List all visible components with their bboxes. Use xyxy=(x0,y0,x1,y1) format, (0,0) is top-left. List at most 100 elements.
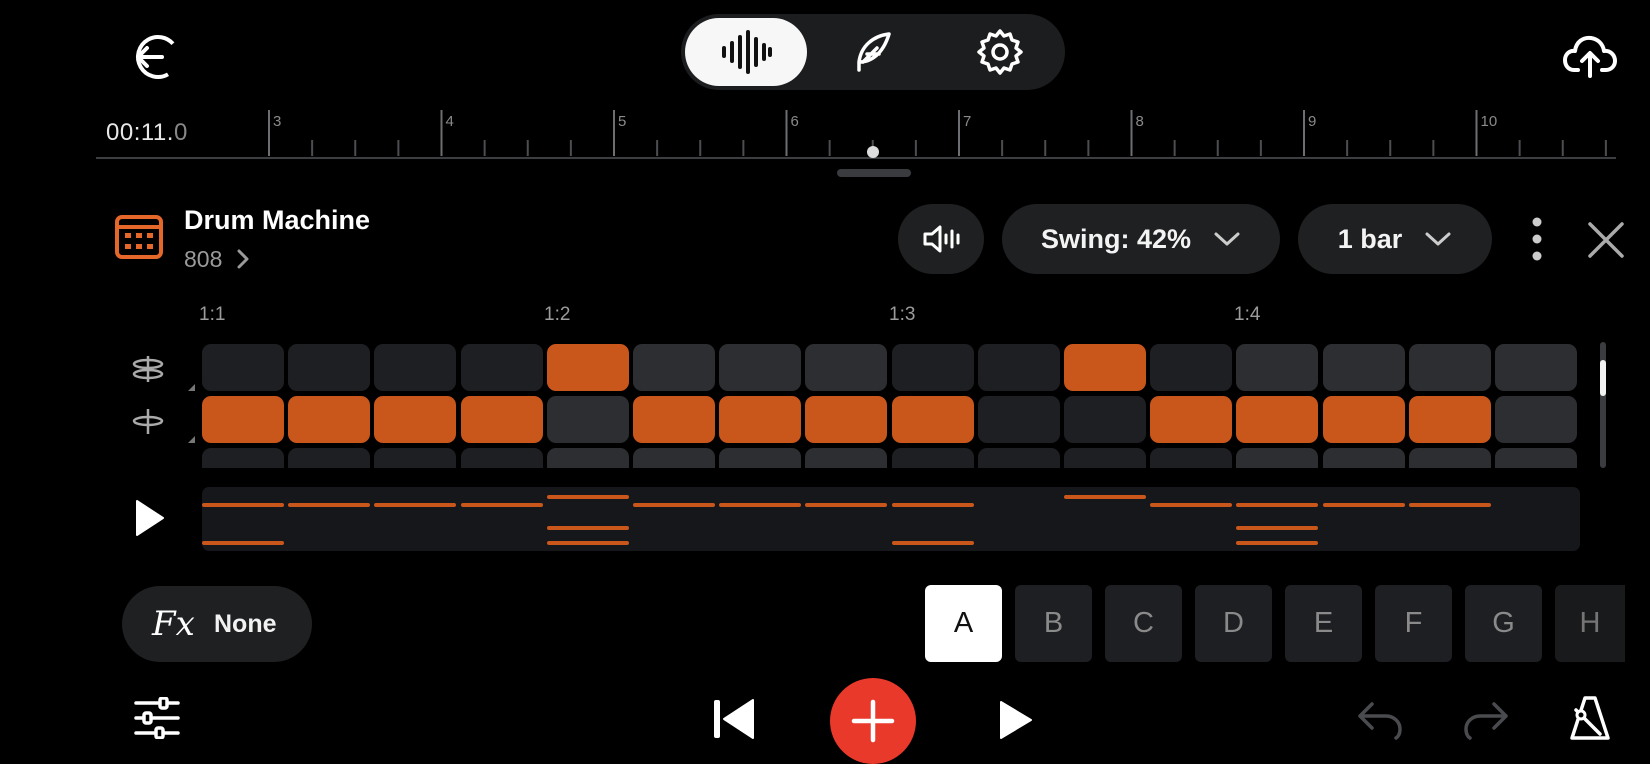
overview-note xyxy=(1408,503,1491,507)
step-cell[interactable] xyxy=(374,396,457,443)
overview-note xyxy=(288,503,371,507)
ruler-bar-number: 7 xyxy=(963,113,971,130)
play-button[interactable] xyxy=(998,699,1034,741)
pattern-button[interactable]: B xyxy=(1015,585,1092,662)
step-cell[interactable] xyxy=(546,448,629,468)
step-cell[interactable] xyxy=(288,448,371,468)
back-arrow-icon xyxy=(136,35,180,79)
step-cell[interactable] xyxy=(460,448,543,468)
pattern-button[interactable]: G xyxy=(1465,585,1542,662)
skip-back-button[interactable] xyxy=(711,697,757,741)
waveform-mode-button[interactable] xyxy=(685,18,807,86)
pattern-overview[interactable] xyxy=(202,487,1580,551)
panel-drag-handle[interactable] xyxy=(837,169,911,177)
swing-dropdown[interactable]: Swing: 42% xyxy=(1002,204,1280,274)
close-button[interactable] xyxy=(1584,218,1628,262)
step-cell[interactable] xyxy=(1408,396,1491,443)
length-dropdown[interactable]: 1 bar xyxy=(1298,204,1492,274)
cloud-upload-icon xyxy=(1563,35,1617,78)
step-cell[interactable] xyxy=(1064,344,1146,391)
step-cell[interactable] xyxy=(1408,448,1491,468)
pattern-button[interactable]: F xyxy=(1375,585,1452,662)
back-button[interactable] xyxy=(128,30,184,86)
step-cell[interactable] xyxy=(1495,396,1577,443)
step-cell[interactable] xyxy=(719,344,802,391)
volume-button[interactable] xyxy=(898,204,984,274)
step-cell[interactable] xyxy=(1064,396,1146,443)
redo-button[interactable] xyxy=(1462,698,1510,740)
step-cell[interactable] xyxy=(1236,448,1319,468)
pattern-button[interactable]: H xyxy=(1555,585,1625,662)
step-cell[interactable] xyxy=(1236,344,1319,391)
pattern-button[interactable]: C xyxy=(1105,585,1182,662)
step-cell[interactable] xyxy=(1064,448,1146,468)
step-cell[interactable] xyxy=(633,396,715,443)
more-options-button[interactable] xyxy=(1520,212,1554,268)
step-cell[interactable] xyxy=(1495,448,1577,468)
step-cell[interactable] xyxy=(719,396,802,443)
step-cell[interactable] xyxy=(1322,396,1405,443)
step-cell[interactable] xyxy=(1495,344,1577,391)
step-cell[interactable] xyxy=(288,344,371,391)
close-icon xyxy=(1588,222,1624,258)
overview-note xyxy=(460,503,543,507)
add-button[interactable] xyxy=(830,678,916,764)
overview-note xyxy=(202,503,284,507)
pattern-play-button[interactable] xyxy=(134,498,166,538)
pattern-button[interactable]: E xyxy=(1285,585,1362,662)
track-scrollbar-thumb[interactable] xyxy=(1600,360,1606,396)
track-triangle-2 xyxy=(188,436,195,443)
step-cell[interactable] xyxy=(805,344,888,391)
timeline-ruler[interactable]: 3 4 5 6 7 8 9 10 xyxy=(96,100,1616,162)
step-cell[interactable] xyxy=(1408,344,1491,391)
step-cell[interactable] xyxy=(202,344,284,391)
instrument-title: Drum Machine xyxy=(184,205,371,235)
playhead-marker[interactable] xyxy=(867,146,879,158)
step-cell[interactable] xyxy=(1322,344,1405,391)
step-cell[interactable] xyxy=(1150,344,1233,391)
step-cell[interactable] xyxy=(633,448,715,468)
step-cell[interactable] xyxy=(977,396,1060,443)
step-cell[interactable] xyxy=(374,448,457,468)
mixer-button[interactable] xyxy=(134,697,180,739)
step-cell[interactable] xyxy=(977,448,1060,468)
step-cell[interactable] xyxy=(1150,396,1233,443)
metronome-button[interactable] xyxy=(1566,694,1614,742)
track-icon-closed-hat[interactable] xyxy=(130,406,166,436)
step-cell[interactable] xyxy=(374,344,457,391)
step-cell[interactable] xyxy=(546,344,629,391)
chevron-right-icon xyxy=(237,249,249,269)
step-cell[interactable] xyxy=(805,396,888,443)
upload-button[interactable] xyxy=(1562,28,1618,84)
step-cell[interactable] xyxy=(460,344,543,391)
step-cell[interactable] xyxy=(977,344,1060,391)
pattern-button[interactable]: D xyxy=(1195,585,1272,662)
feather-mode-button[interactable] xyxy=(812,18,934,86)
fx-button[interactable]: Fx None xyxy=(122,586,312,662)
settings-mode-button[interactable] xyxy=(939,18,1061,86)
step-cell[interactable] xyxy=(1150,448,1233,468)
drum-machine-icon-wrap xyxy=(114,214,164,260)
step-cell[interactable] xyxy=(1236,396,1319,443)
track-icon-open-hat[interactable] xyxy=(130,354,166,384)
redo-icon xyxy=(1464,702,1508,740)
step-cell[interactable] xyxy=(891,448,974,468)
step-cell[interactable] xyxy=(805,448,888,468)
kit-selector[interactable]: 808 xyxy=(184,246,251,273)
overview-note xyxy=(546,526,629,530)
step-cell[interactable] xyxy=(202,396,284,443)
beat-label: 1:4 xyxy=(1234,304,1261,325)
step-cell[interactable] xyxy=(288,396,371,443)
step-cell[interactable] xyxy=(202,448,284,468)
hi-hat-open-icon xyxy=(132,356,164,382)
step-cell[interactable] xyxy=(891,396,974,443)
undo-button[interactable] xyxy=(1356,698,1404,740)
pattern-button[interactable]: A xyxy=(925,585,1002,662)
step-cell[interactable] xyxy=(546,396,629,443)
overview-note xyxy=(1236,541,1319,545)
step-cell[interactable] xyxy=(633,344,715,391)
step-cell[interactable] xyxy=(460,396,543,443)
step-cell[interactable] xyxy=(891,344,974,391)
step-cell[interactable] xyxy=(719,448,802,468)
step-cell[interactable] xyxy=(1322,448,1405,468)
